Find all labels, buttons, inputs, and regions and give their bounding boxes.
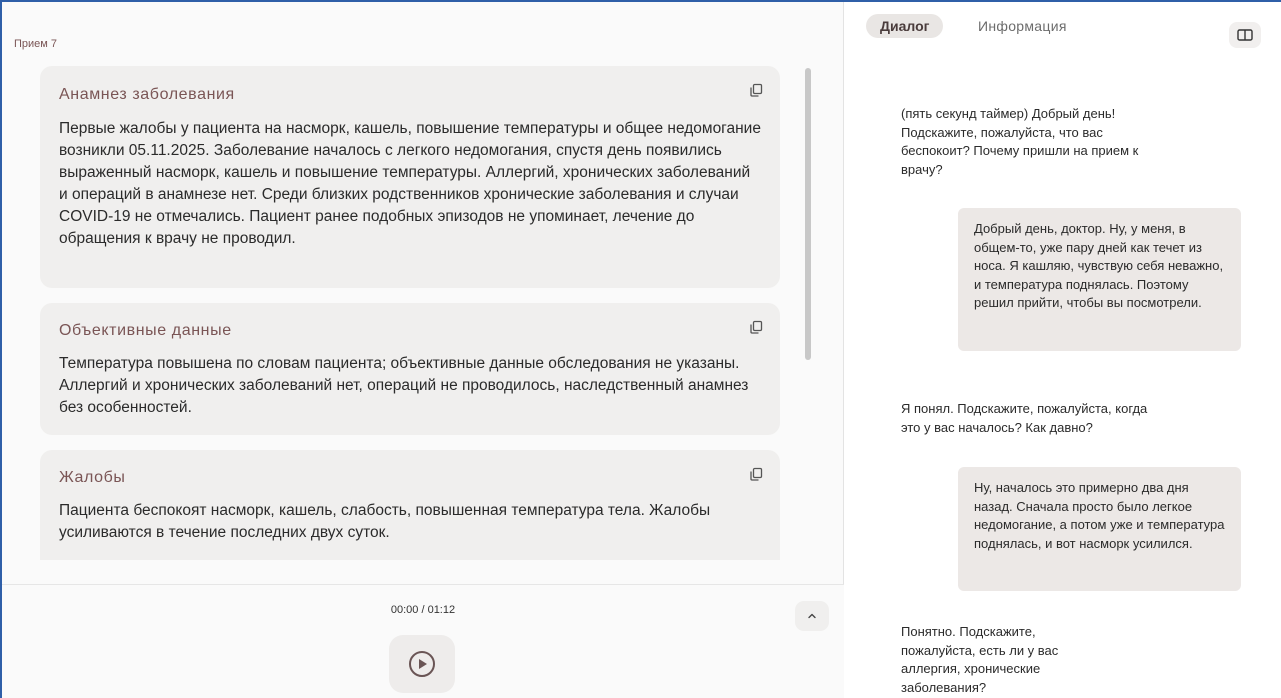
toggle-panel-button[interactable] <box>1229 22 1261 48</box>
section-card-anamnesis: Анамнез заболевания Первые жалобы у паци… <box>40 66 780 288</box>
section-text: Первые жалобы у пациента на насморк, каш… <box>59 120 761 247</box>
section-title: Объективные данные <box>59 322 232 339</box>
sections-scrollbar[interactable] <box>805 68 811 360</box>
chevron-up-icon <box>808 613 816 619</box>
section-title: Анамнез заболевания <box>59 86 235 103</box>
doctor-message: (пять секунд таймер) Добрый день! Подска… <box>901 106 1139 177</box>
copy-button[interactable] <box>746 317 766 337</box>
copy-button[interactable] <box>746 80 766 100</box>
section-text: Пациента беспокоят насморк, кашель, слаб… <box>59 502 711 541</box>
visit-summary-pane: Прием 7 Анамнез заболевания Первые жалоб… <box>2 2 844 698</box>
doctor-message: Я понял. Подскажите, пожалуйста, когда э… <box>901 401 1148 435</box>
section-card-complaints: Жалобы Пациента беспокоят насморк, кашел… <box>40 450 780 560</box>
play-button[interactable] <box>389 635 455 693</box>
patient-message: Добрый день, доктор. Ну, у меня, в общем… <box>958 208 1241 351</box>
copy-icon <box>750 467 763 481</box>
tab-information[interactable]: Информация <box>978 14 1067 38</box>
doctor-message: Понятно. Подскажите, пожалуйста, есть ли… <box>901 624 1059 695</box>
audio-player: 00:00 / 01:12 <box>2 584 844 698</box>
visit-title: Прием 7 <box>14 38 58 50</box>
section-text: Температура повышена по словам пациента;… <box>59 355 749 416</box>
collapse-player-button[interactable] <box>795 601 829 631</box>
patient-message: Ну, началось это примерно два дня назад.… <box>958 467 1241 591</box>
section-title: Жалобы <box>59 469 126 486</box>
copy-button[interactable] <box>746 464 766 484</box>
tab-dialog[interactable]: Диалог <box>866 14 944 38</box>
section-card-objective: Объективные данные Температура повышена … <box>40 303 780 435</box>
audio-timecode: 00:00 / 01:12 <box>390 604 456 616</box>
split-panel-icon <box>1237 29 1253 41</box>
copy-icon <box>750 320 763 334</box>
dialog-pane: Диалог Информация (пять секунд таймер) Д… <box>845 2 1281 698</box>
copy-icon <box>750 83 763 97</box>
summary-sections[interactable]: Анамнез заболевания Первые жалобы у паци… <box>2 62 844 582</box>
play-circle-icon <box>409 651 435 677</box>
